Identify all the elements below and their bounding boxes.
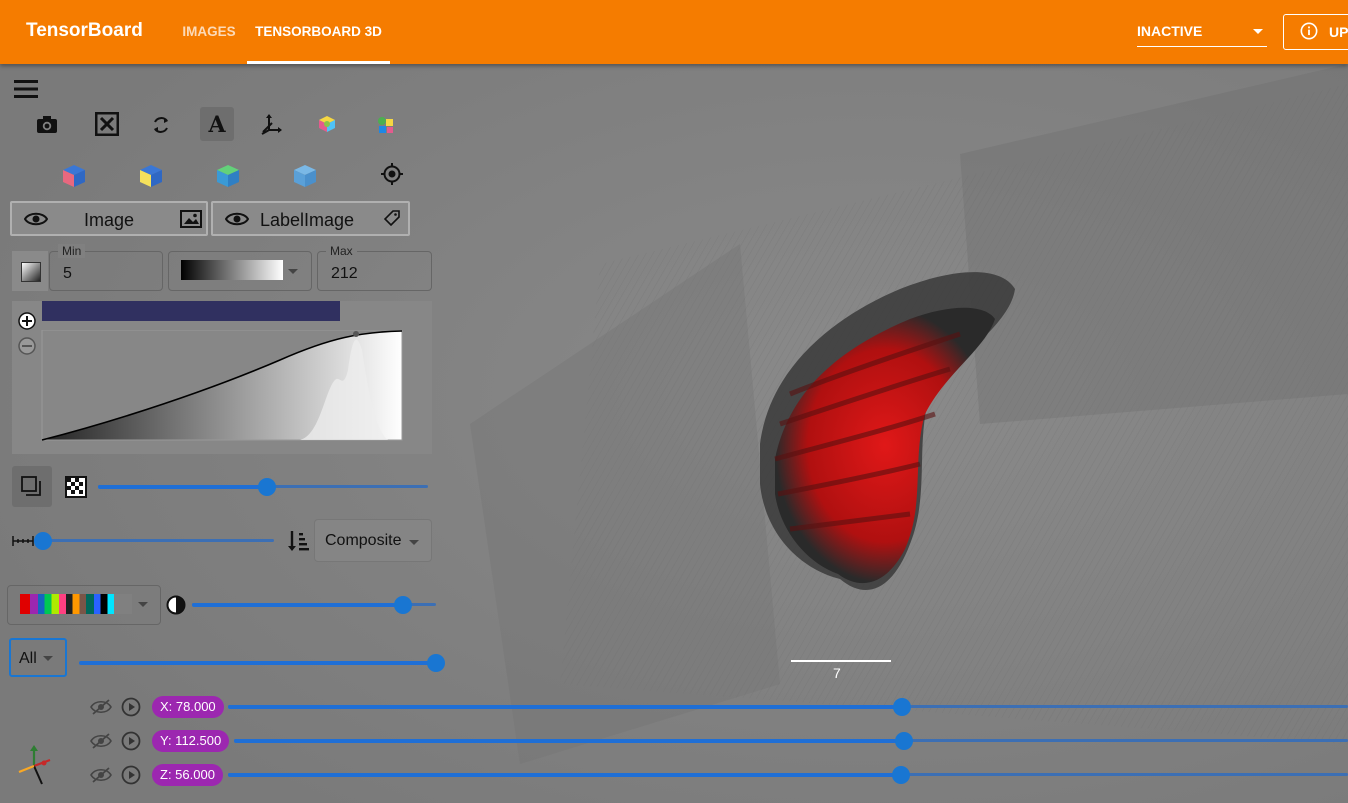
run-status-select[interactable]: INACTIVE: [1137, 16, 1267, 47]
slice-z-slider[interactable]: [228, 765, 1348, 785]
app-header: TensorBoard IMAGES TENSORBOARD 3D INACTI…: [0, 0, 1348, 64]
label-colormap-select[interactable]: [7, 585, 161, 625]
layer-label-labelimage: LabelImage: [260, 210, 355, 230]
min-value: 5: [63, 265, 72, 282]
view-cube-yellow-icon[interactable]: [138, 163, 164, 189]
info-icon: [1300, 22, 1318, 40]
label-select-value: All: [19, 650, 37, 667]
slider-thumb[interactable]: [258, 478, 276, 496]
rotate-icon[interactable]: [151, 115, 171, 135]
label-contrast-slider[interactable]: [192, 595, 436, 615]
layer-label-image: Image: [84, 210, 135, 230]
slider-fill: [98, 485, 267, 489]
eye-icon[interactable]: [24, 211, 48, 227]
svg-text:A: A: [207, 112, 226, 136]
text-annotation-icon: A: [207, 112, 226, 136]
colored-cube-icon[interactable]: [317, 114, 337, 134]
chevron-down-icon: [138, 602, 148, 607]
scale-bar: [791, 660, 891, 662]
menu-icon[interactable]: [14, 79, 38, 99]
slice-y-label: Y: 112.500: [152, 730, 230, 752]
label-select[interactable]: All: [9, 638, 67, 677]
play-icon[interactable]: [121, 765, 141, 785]
zoom-out-icon[interactable]: [18, 337, 36, 355]
slider-fill: [234, 739, 904, 743]
slider-fill: [79, 661, 437, 665]
slider-thumb[interactable]: [34, 532, 52, 550]
sort-order-icon[interactable]: [287, 529, 309, 553]
min-label: Min: [58, 244, 86, 258]
opacity-slider[interactable]: [98, 477, 428, 497]
opacity-range-bar[interactable]: [42, 301, 340, 321]
view-cube-blue-icon[interactable]: [292, 163, 318, 189]
colormap-select[interactable]: [168, 251, 312, 291]
slider-track: [34, 539, 274, 542]
active-tab-indicator: [247, 61, 390, 64]
colormap-swatch[interactable]: [12, 251, 48, 291]
spacing-icon: [12, 536, 34, 546]
eye-icon[interactable]: [225, 211, 249, 227]
fullscreen-icon[interactable]: [95, 112, 119, 136]
gradient-square-icon: [21, 262, 41, 282]
slice-x-slider[interactable]: [228, 697, 1348, 717]
upload-button[interactable]: UPLOAD: [1283, 14, 1348, 50]
chevron-down-icon: [1253, 29, 1263, 34]
tab-tensorboard-3d[interactable]: TENSORBOARD 3D: [247, 0, 390, 64]
run-status-value: INACTIVE: [1137, 23, 1203, 39]
visibility-off-icon[interactable]: [90, 733, 112, 749]
reset-camera-icon[interactable]: [380, 162, 404, 186]
max-label: Max: [326, 244, 357, 258]
slider-thumb[interactable]: [427, 654, 445, 672]
histogram-curve[interactable]: [40, 330, 404, 442]
view-cube-green-icon[interactable]: [215, 163, 241, 189]
visibility-off-icon[interactable]: [90, 767, 112, 783]
slice-y-slider[interactable]: [234, 731, 1348, 751]
slider-thumb[interactable]: [892, 766, 910, 784]
blend-background-button[interactable]: [12, 466, 52, 507]
text-annotation-button[interactable]: A: [200, 107, 234, 141]
tab-images[interactable]: IMAGES: [170, 0, 248, 64]
chevron-down-icon: [409, 540, 419, 545]
contrast-icon: [166, 595, 186, 615]
slider-thumb[interactable]: [394, 596, 412, 614]
scale-bar-label: 7: [833, 665, 841, 681]
transfer-function-editor[interactable]: [12, 301, 432, 454]
checkerboard-icon: [65, 476, 87, 498]
multi-layer-icon[interactable]: [376, 115, 396, 135]
image-icon: [180, 210, 202, 228]
upload-label: UPLOAD: [1329, 24, 1348, 40]
visibility-off-icon[interactable]: [90, 699, 112, 715]
blend-mode-value: Composite: [325, 532, 402, 549]
slider-thumb[interactable]: [893, 698, 911, 716]
grayscale-preview: [181, 260, 283, 280]
play-icon[interactable]: [121, 697, 141, 717]
min-field[interactable]: Min 5: [49, 244, 163, 291]
play-icon[interactable]: [121, 731, 141, 751]
slider-fill: [228, 705, 902, 709]
camera-icon[interactable]: [36, 114, 58, 134]
chevron-down-icon: [43, 656, 53, 661]
axes-icon[interactable]: [259, 112, 283, 136]
slider-thumb[interactable]: [895, 732, 913, 750]
view-cube-pink-icon[interactable]: [61, 163, 87, 189]
spacing-slider[interactable]: [34, 531, 274, 551]
slice-z-label: Z: 56.000: [152, 764, 223, 786]
slider-fill: [192, 603, 403, 607]
tag-icon: [384, 210, 400, 226]
label-opacity-slider[interactable]: [79, 653, 445, 673]
zoom-in-icon[interactable]: [18, 312, 36, 330]
layers-square-icon: [21, 476, 41, 496]
layer-labelimage[interactable]: LabelImage: [211, 201, 410, 236]
max-field[interactable]: Max 212: [317, 244, 432, 291]
blend-mode-select[interactable]: Composite: [314, 519, 432, 562]
slice-controls: X: 78.000 Y: 112.500 Z: 56.000: [0, 690, 1348, 800]
app-title: TensorBoard: [26, 20, 143, 41]
slider-fill: [228, 773, 901, 777]
max-value: 212: [331, 265, 358, 282]
slice-x-label: X: 78.000: [152, 696, 224, 718]
layer-image[interactable]: Image: [10, 201, 208, 236]
chevron-down-icon: [288, 269, 298, 274]
label-colormap-preview: [20, 594, 132, 614]
